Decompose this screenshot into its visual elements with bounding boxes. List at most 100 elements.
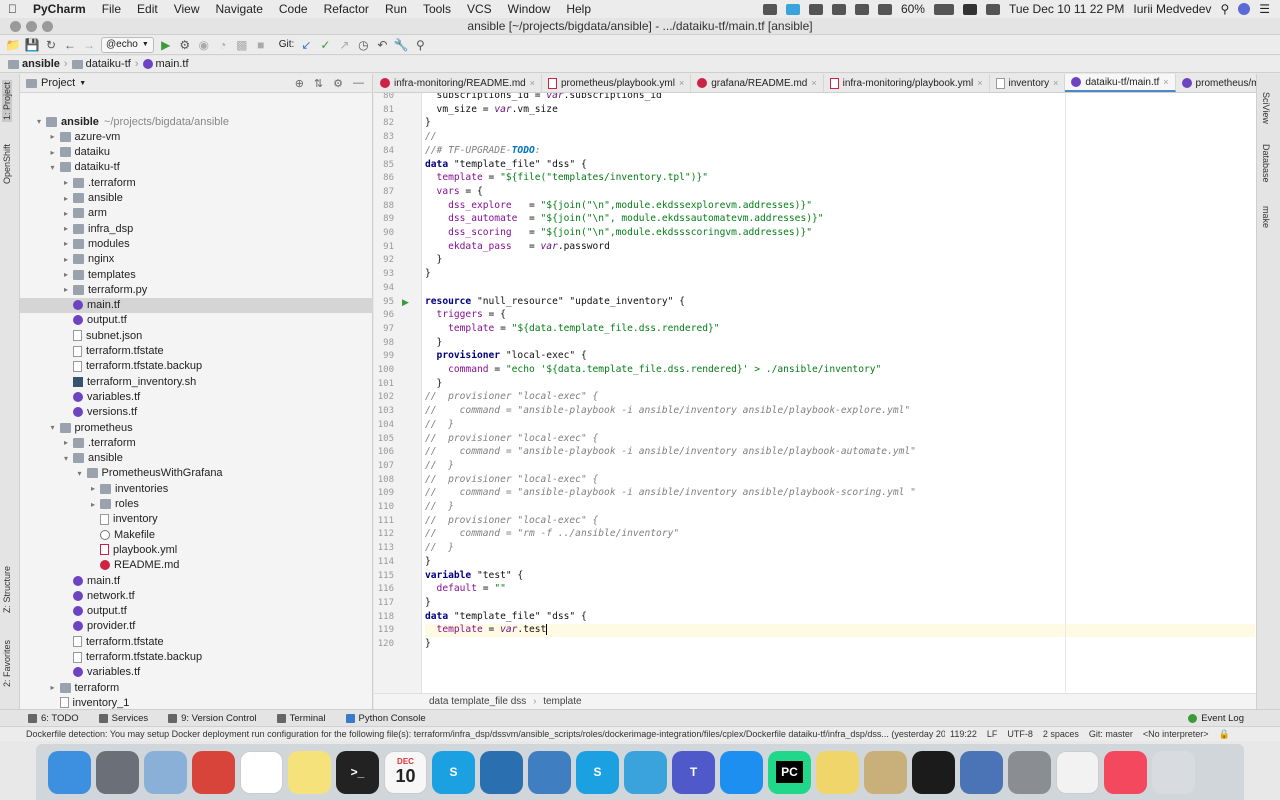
- profile-icon[interactable]: ◔: [216, 38, 230, 52]
- git-commit-icon[interactable]: ✓: [318, 38, 332, 52]
- tree-item[interactable]: ▸ nginx: [20, 252, 373, 267]
- editor-gutter[interactable]: 80 81 82 83 84 85 86 87 88 89 90 91 92 93 94 95 96 97 98 99…: [374, 93, 422, 693]
- run-config-selector[interactable]: @echo ▼: [101, 36, 154, 53]
- code-line[interactable]: }: [425, 378, 443, 391]
- docker-tray-icon[interactable]: [808, 3, 823, 15]
- dock-launchpad-icon[interactable]: [96, 750, 139, 794]
- git-history-icon[interactable]: ◷: [356, 38, 370, 52]
- minimize-window-button[interactable]: [26, 21, 37, 32]
- collapsed-arrow-icon[interactable]: ▸: [61, 194, 71, 203]
- code-line[interactable]: }: [425, 117, 431, 130]
- tool-tab-structure[interactable]: Z: Structure: [2, 566, 12, 613]
- code-line[interactable]: }: [425, 254, 443, 267]
- telegram-tray-icon[interactable]: [785, 3, 800, 15]
- bluetooth-icon[interactable]: [854, 3, 869, 15]
- expanded-arrow-icon[interactable]: ▾: [48, 423, 58, 432]
- tree-item[interactable]: main.tf: [20, 573, 373, 588]
- dock-teams-icon[interactable]: T: [672, 750, 715, 794]
- tree-item[interactable]: ▾ ansible ~/projects/bigdata/ansible: [20, 114, 373, 129]
- menu-edit[interactable]: Edit: [129, 0, 166, 18]
- airplay-icon[interactable]: [985, 3, 1000, 15]
- menu-vcs[interactable]: VCS: [459, 0, 500, 18]
- tool-tab-todo[interactable]: 6: TODO: [28, 713, 79, 724]
- tree-item[interactable]: ▸ terraform.py: [20, 282, 373, 297]
- code-line[interactable]: data "template_file" "dss" {: [425, 159, 587, 172]
- code-line[interactable]: //# TF-UPGRADE-TODO:: [425, 145, 541, 158]
- code-line[interactable]: // provisioner "local-exec" {: [425, 391, 598, 404]
- forward-icon[interactable]: →: [82, 38, 96, 52]
- code-line[interactable]: data "template_file" "dss" {: [425, 611, 587, 624]
- expanded-arrow-icon[interactable]: ▾: [75, 469, 85, 478]
- chevron-down-icon[interactable]: ▼: [79, 80, 86, 87]
- run-gutter-icon[interactable]: ▶: [402, 297, 409, 308]
- menu-tools[interactable]: Tools: [415, 0, 459, 18]
- dock-calendar-icon[interactable]: DEC 10: [384, 750, 427, 794]
- collapsed-arrow-icon[interactable]: ▸: [61, 255, 71, 264]
- code-line[interactable]: subscriptions_id = var.subscriptions_id: [425, 93, 662, 103]
- code-line[interactable]: // }: [425, 542, 454, 555]
- dock-telegram-icon[interactable]: [624, 750, 667, 794]
- dock-systemprefs-icon[interactable]: [1008, 750, 1051, 794]
- dock-photos-icon[interactable]: [1056, 750, 1099, 794]
- dock-keychain-icon[interactable]: [864, 750, 907, 794]
- expanded-arrow-icon[interactable]: ▾: [61, 454, 71, 463]
- collapsed-arrow-icon[interactable]: ▸: [61, 438, 71, 447]
- open-folder-icon[interactable]: 📁: [6, 38, 21, 52]
- tool-tab-terminal[interactable]: Terminal: [276, 713, 326, 724]
- code-line[interactable]: //: [425, 131, 437, 144]
- dock-skype-icon[interactable]: S: [432, 750, 475, 794]
- dock-network-icon[interactable]: [528, 750, 571, 794]
- gear-icon[interactable]: ⚙: [333, 77, 343, 90]
- notification-center-icon[interactable]: ☰: [1259, 2, 1270, 16]
- close-tab-icon[interactable]: ×: [530, 78, 535, 88]
- dock-pycharm-icon[interactable]: PC: [768, 750, 811, 794]
- close-tab-icon[interactable]: ×: [1053, 78, 1058, 88]
- tree-item[interactable]: Makefile: [20, 527, 373, 542]
- run-icon[interactable]: ▶: [159, 38, 173, 52]
- code-line[interactable]: dss_automate = "${join("\n", module.ekds…: [425, 213, 823, 226]
- tree-item[interactable]: output.tf: [20, 604, 373, 619]
- dock-frame-icon[interactable]: [480, 750, 523, 794]
- tree-item[interactable]: ▸ .terraform: [20, 435, 373, 450]
- code-line[interactable]: // command = "ansible-playbook -i ansibl…: [425, 446, 916, 459]
- tree-item[interactable]: ▸ azure-vm: [20, 129, 373, 144]
- tree-item[interactable]: inventory: [20, 512, 373, 527]
- tree-item[interactable]: README.md: [20, 558, 373, 573]
- tree-item[interactable]: ▸ dataiku: [20, 145, 373, 160]
- editor-tab[interactable]: inventory ×: [990, 74, 1066, 92]
- dock-skype2-icon[interactable]: S: [576, 750, 619, 794]
- tree-item[interactable]: ▸ arm: [20, 206, 373, 221]
- editor-tab[interactable]: prometheus/main.tf×: [1176, 74, 1256, 92]
- menu-view[interactable]: View: [166, 0, 208, 18]
- menu-help[interactable]: Help: [558, 0, 599, 18]
- editor-crumb-attr[interactable]: template: [543, 696, 581, 707]
- code-line[interactable]: }: [425, 597, 431, 610]
- tree-item[interactable]: ▾ PrometheusWithGrafana: [20, 466, 373, 481]
- tree-item[interactable]: network.tf: [20, 588, 373, 603]
- menu-app-name[interactable]: PyCharm: [25, 0, 94, 18]
- code-line[interactable]: // command = "rm -f ../ansible/inventory…: [425, 528, 679, 541]
- tool-tab-sciview[interactable]: SciView: [1261, 92, 1271, 124]
- close-tab-icon[interactable]: ×: [811, 78, 816, 88]
- siri-icon[interactable]: [1238, 3, 1251, 15]
- concurrency-icon[interactable]: ▩: [235, 38, 249, 52]
- breadcrumb-dataiku-tf[interactable]: dataiku-tf: [71, 58, 131, 70]
- cloud-tray-icon[interactable]: [831, 3, 846, 15]
- git-rollback-icon[interactable]: ↶: [375, 38, 389, 52]
- search-everywhere-icon[interactable]: ⚲: [413, 38, 427, 52]
- code-line[interactable]: // }: [425, 501, 454, 514]
- code-line[interactable]: // command = "ansible-playbook -i ansibl…: [425, 405, 910, 418]
- collapsed-arrow-icon[interactable]: ▸: [61, 285, 71, 294]
- collapsed-arrow-icon[interactable]: ▸: [48, 683, 58, 692]
- dock-slack-icon[interactable]: [240, 750, 283, 794]
- breadcrumb-ansible[interactable]: ansible: [8, 58, 60, 70]
- tree-item[interactable]: terraform.tfstate.backup: [20, 359, 373, 374]
- code-line[interactable]: dss_explore = "${join("\n",module.ekdsse…: [425, 200, 812, 213]
- editor-crumb-block[interactable]: data template_file dss: [429, 696, 526, 707]
- tree-item[interactable]: variables.tf: [20, 665, 373, 680]
- close-window-button[interactable]: [10, 21, 21, 32]
- expanded-arrow-icon[interactable]: ▾: [34, 117, 44, 126]
- collapsed-arrow-icon[interactable]: ▸: [61, 224, 71, 233]
- wifi-icon[interactable]: [877, 3, 892, 15]
- tree-item[interactable]: terraform.tfstate: [20, 634, 373, 649]
